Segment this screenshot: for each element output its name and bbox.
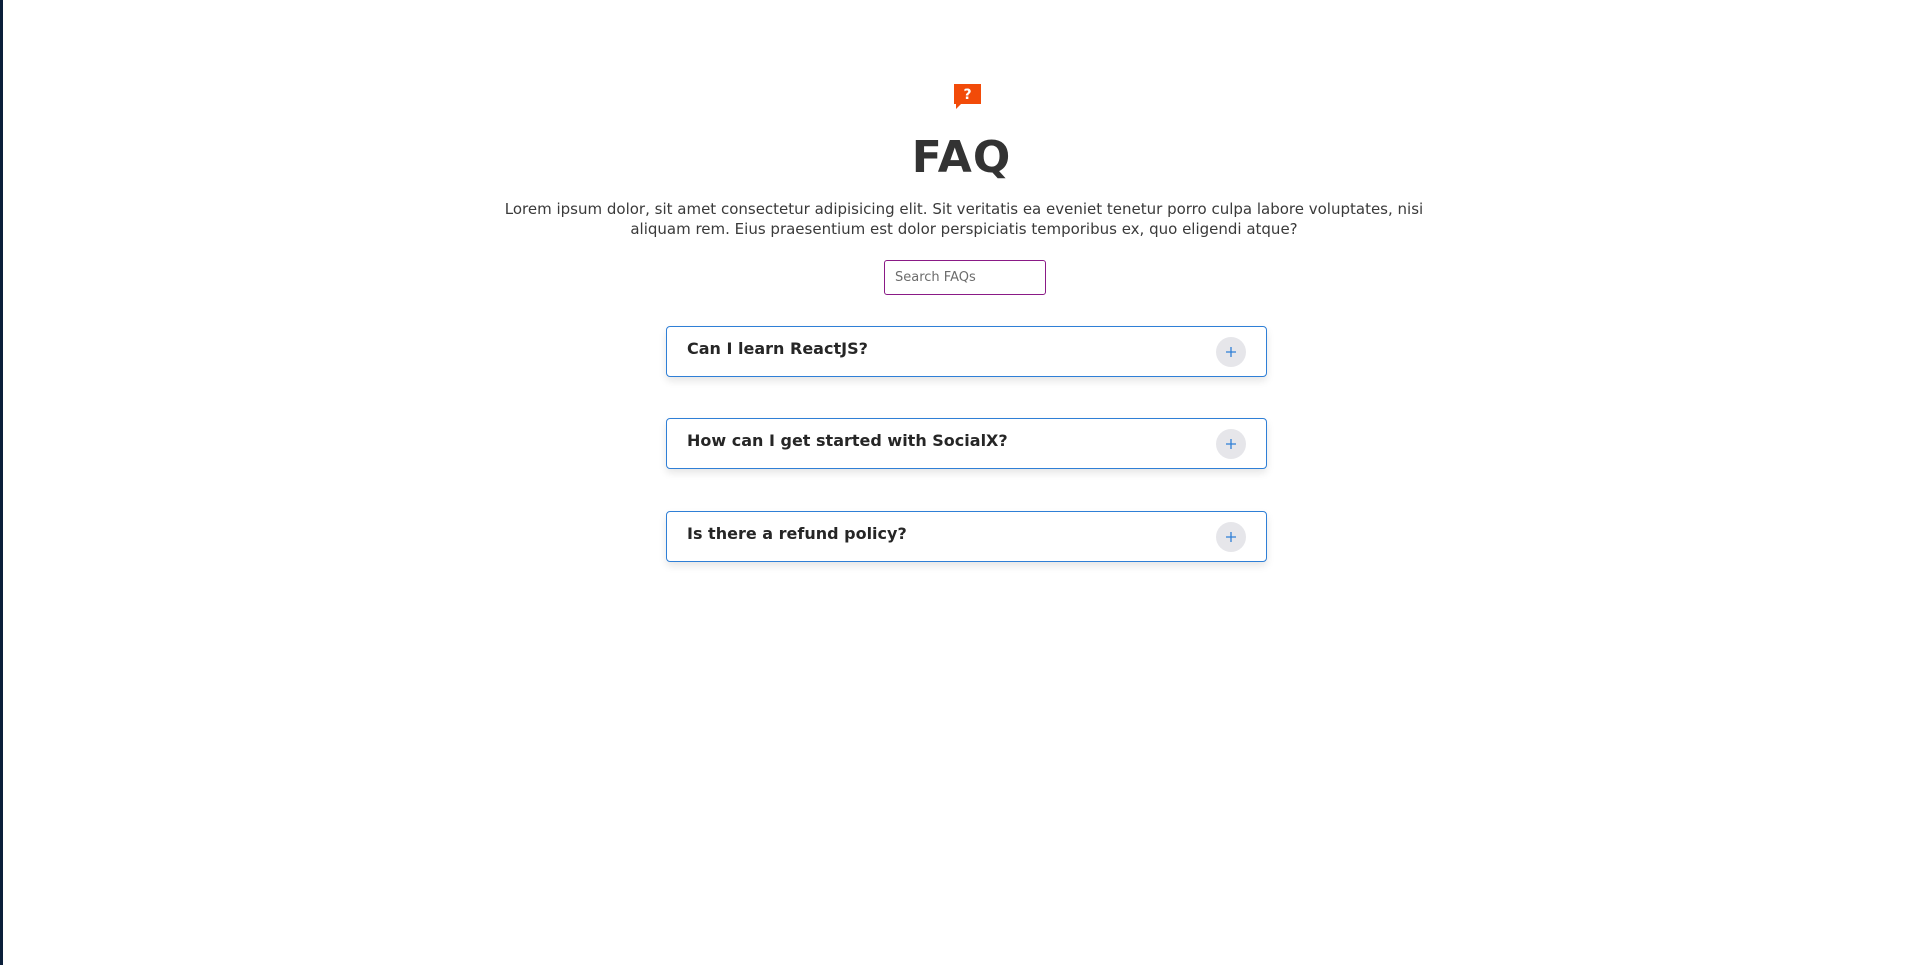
faq-question: How can I get started with SocialX?: [687, 431, 1008, 450]
plus-icon: [1226, 439, 1236, 449]
faq-question: Is there a refund policy?: [687, 524, 907, 543]
plus-icon: [1226, 347, 1236, 357]
question-bubble-icon: ?: [954, 84, 981, 110]
faq-question: Can I learn ReactJS?: [687, 339, 868, 358]
faq-item-react[interactable]: Can I learn ReactJS?: [666, 326, 1267, 377]
expand-button[interactable]: [1216, 337, 1246, 367]
expand-button[interactable]: [1216, 429, 1246, 459]
faq-item-getting-started[interactable]: How can I get started with SocialX?: [666, 418, 1267, 469]
expand-button[interactable]: [1216, 522, 1246, 552]
page-title: FAQ: [911, 132, 1012, 183]
intro-text: Lorem ipsum dolor, sit amet consectetur …: [504, 200, 1424, 238]
plus-icon: [1226, 532, 1236, 542]
search-input[interactable]: [884, 260, 1046, 295]
faq-item-refund[interactable]: Is there a refund policy?: [666, 511, 1267, 562]
icon-glyph: ?: [963, 87, 971, 103]
faq-page: ? FAQ Lorem ipsum dolor, sit amet consec…: [0, 0, 1923, 965]
